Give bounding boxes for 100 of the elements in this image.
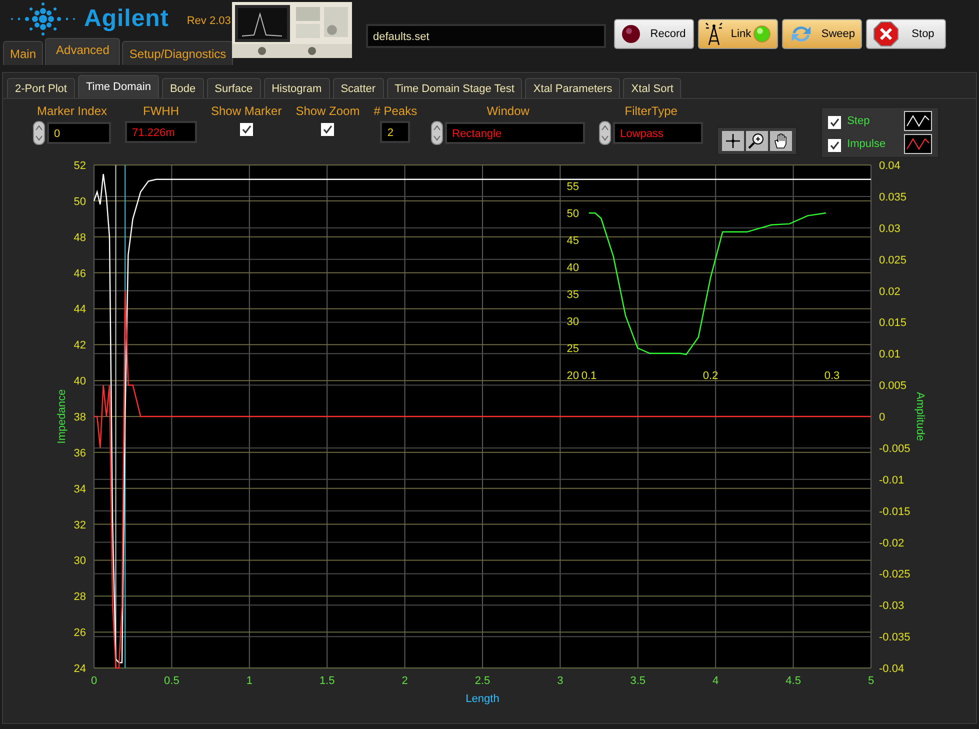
value-field: 71.226m (125, 121, 197, 143)
tick-label: 0.035 (879, 191, 907, 204)
logo-icon (8, 1, 78, 37)
tick-label: 0.005 (879, 380, 907, 392)
control-label: FWHH (143, 104, 179, 118)
logo-text: Agilent (84, 5, 169, 33)
legend-label: Step (847, 115, 871, 127)
tick-label: 36 (74, 447, 86, 460)
tick-label: 52 (74, 160, 86, 172)
axis-title: Length (466, 693, 500, 705)
tick-label: 1.5 (319, 675, 335, 687)
tab[interactable]: 2-Port Plot (7, 78, 75, 98)
spinner-icon[interactable] (33, 121, 45, 145)
stop-icon (873, 21, 899, 47)
tick-label: 0.015 (879, 317, 907, 330)
axis-title: Amplitude (914, 392, 926, 441)
tab[interactable]: Time Domain Stage Test (386, 78, 522, 98)
tick-label: 0.03 (879, 222, 900, 235)
tick-label: 38 (74, 412, 86, 424)
tick-label: 50 (566, 208, 579, 220)
control-label: Window (486, 104, 530, 118)
file-field[interactable]: defaults.set (366, 24, 606, 48)
tick-label: 2.5 (474, 675, 490, 687)
value-field[interactable]: Rectangle (445, 122, 586, 144)
control-label: Show Zoom (296, 104, 360, 118)
tick-label: 0.02 (879, 286, 900, 298)
value-field[interactable]: Lowpass (613, 122, 704, 144)
tick-label: 1 (246, 675, 252, 687)
value-field[interactable]: 0 (47, 122, 111, 144)
line-swatch-icon (904, 134, 932, 154)
tick-label: -0.03 (879, 600, 904, 612)
zoom-icon[interactable] (746, 131, 768, 151)
checkbox[interactable] (321, 123, 334, 136)
control-label: Marker Index (36, 104, 108, 118)
tab[interactable]: Surface (206, 78, 261, 98)
tab[interactable]: Histogram (264, 78, 330, 98)
tick-label: 3 (557, 675, 564, 687)
spinner-icon[interactable] (431, 121, 444, 145)
tick-label: -0.025 (879, 568, 910, 581)
tick-label: 46 (74, 268, 86, 280)
tick-label: 26 (74, 627, 86, 640)
legend-label: Impulse (847, 138, 887, 150)
tick-label: -0.035 (879, 632, 910, 644)
tab[interactable]: Xtal Parameters (525, 78, 620, 98)
tab[interactable]: Advanced (45, 38, 120, 65)
spinner-icon[interactable] (599, 121, 612, 145)
tick-label: 35 (566, 289, 579, 301)
axis-title: Impedance (56, 389, 68, 444)
tick-label: 45 (566, 235, 579, 247)
tick-label: 40 (566, 262, 579, 274)
tick-label: 30 (566, 316, 579, 328)
tick-label: 28 (74, 591, 86, 604)
checkbox[interactable] (240, 123, 253, 136)
tick-label: 5 (868, 675, 874, 687)
tick-label: 0.2 (702, 370, 718, 382)
toolbar-button[interactable]: Link (698, 19, 778, 49)
tick-label: 42 (74, 340, 86, 352)
tick-label: 0.5 (164, 675, 180, 687)
tick-label: -0.01 (879, 474, 904, 486)
tick-label: 0 (879, 412, 886, 424)
led-indicator (753, 25, 771, 43)
tick-label: 25 (566, 343, 579, 355)
tick-label: 0.1 (581, 370, 597, 382)
crosshair-icon[interactable] (722, 131, 744, 151)
tick-label: 50 (74, 196, 86, 208)
tab[interactable]: Xtal Sort (623, 78, 682, 98)
toolbar-button[interactable]: Sweep (782, 19, 862, 49)
tab[interactable]: Setup/Diagnostics (122, 41, 234, 65)
toolbar-button[interactable]: Stop (866, 19, 946, 49)
tick-label: -0.04 (879, 663, 904, 675)
tick-label: 0.04 (879, 160, 900, 172)
tab[interactable]: Bode (162, 78, 204, 98)
tick-label: 30 (74, 555, 86, 568)
tick-label: 0.3 (824, 370, 840, 382)
checkbox[interactable] (828, 116, 842, 128)
tick-label: 55 (566, 181, 579, 193)
tick-label: 4.5 (786, 675, 801, 687)
version-label: Rev 2.03 (186, 15, 231, 27)
tick-label: 48 (74, 232, 86, 244)
control-label: FilterType (624, 104, 678, 118)
tab[interactable]: Main (3, 41, 44, 65)
tick-label: 44 (74, 304, 86, 316)
tick-label: -0.015 (879, 506, 910, 518)
tick-label: 34 (74, 483, 86, 496)
line-swatch-icon (904, 111, 932, 131)
tick-label: 0.025 (879, 254, 907, 266)
antenna-tower-icon (705, 22, 723, 46)
tick-label: 24 (74, 663, 86, 675)
tab[interactable]: Scatter (332, 78, 384, 98)
control-label: # Peaks (374, 104, 418, 118)
tick-label: 0 (90, 675, 98, 687)
value-field: 2 (380, 121, 410, 143)
control-label: Show Marker (211, 104, 282, 118)
hand-icon[interactable] (770, 131, 792, 151)
checkbox[interactable] (828, 138, 842, 152)
toolbar-button[interactable]: Record (614, 19, 694, 49)
tab[interactable]: Time Domain (78, 75, 159, 98)
tick-label: 20 (566, 370, 579, 382)
tick-label: 40 (74, 376, 86, 388)
tick-label: -0.02 (879, 537, 904, 550)
